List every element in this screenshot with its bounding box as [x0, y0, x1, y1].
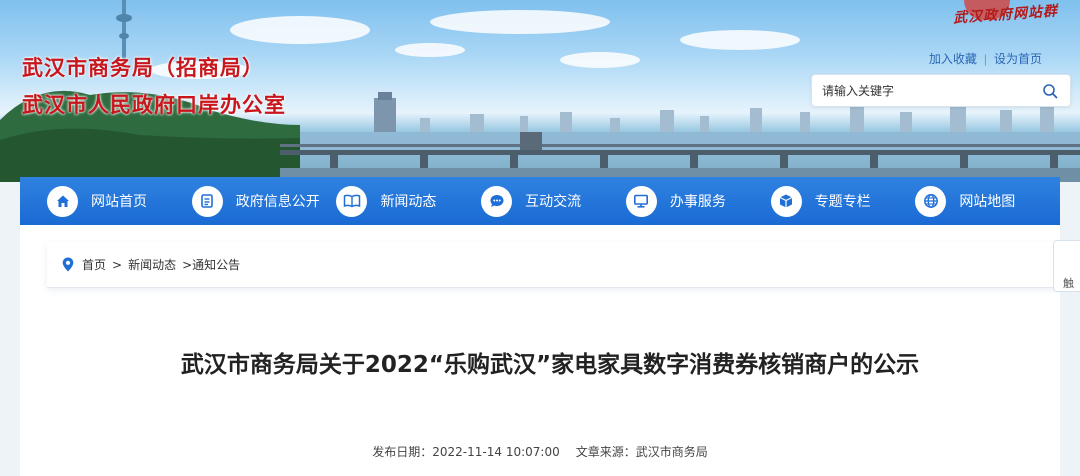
nav-label: 新闻动态 [380, 194, 437, 210]
add-favorite-link[interactable]: 加入收藏 [929, 52, 977, 66]
home-icon [47, 185, 78, 217]
search-input[interactable] [822, 82, 1032, 100]
article-meta: 发布日期：2022-11-14 10:07:00 文章来源：武汉市商务局 [20, 443, 1060, 460]
monitor-icon [625, 185, 657, 217]
breadcrumb-news[interactable]: 新闻动态 [128, 256, 176, 273]
nav-label: 专题专栏 [814, 194, 871, 210]
nav-item-gov-info[interactable]: 政府信息公开 [191, 177, 337, 225]
breadcrumb-separator: > [182, 257, 193, 272]
search-icon[interactable] [1042, 83, 1058, 99]
nav-label: 办事服务 [669, 194, 726, 210]
side-float-panel[interactable]: 触 [1053, 240, 1080, 292]
search-box [811, 74, 1071, 107]
location-pin-icon [62, 257, 74, 272]
breadcrumb-notices[interactable]: 通知公告 [192, 256, 240, 273]
main-nav: 网站首页 政府信息公开 新闻动态 互动交流 办事服务 专题专栏 网站地图 [20, 177, 1060, 225]
publish-date: 2022-11-14 10:07:00 [432, 445, 560, 459]
chat-icon [481, 185, 513, 217]
breadcrumb: 首页 > 新闻动态 > 通知公告 [47, 242, 1060, 288]
site-title-secondary: 武汉市人民政府口岸办公室 [22, 93, 286, 117]
article-source: 武汉市商务局 [635, 445, 708, 459]
link-separator: | [983, 52, 987, 66]
set-homepage-link[interactable]: 设为首页 [994, 52, 1042, 66]
breadcrumb-separator: > [112, 257, 123, 272]
box-icon [770, 185, 802, 217]
nav-label: 网站首页 [91, 194, 147, 210]
nav-item-sitemap[interactable]: 网站地图 [915, 177, 1060, 225]
header-banner: 武汉政府网站群 武汉市商务局（招商局） 武汉市人民政府口岸办公室 加入收藏 | 设为… [0, 0, 1080, 182]
side-float-label: 触 [1063, 278, 1074, 290]
breadcrumb-home[interactable]: 首页 [82, 256, 106, 273]
nav-label: 政府信息公开 [235, 194, 320, 210]
nav-item-special-topics[interactable]: 专题专栏 [770, 177, 916, 225]
document-icon [191, 185, 223, 217]
book-icon [336, 185, 368, 217]
nav-label: 互动交流 [525, 194, 582, 210]
nav-item-services[interactable]: 办事服务 [625, 177, 771, 225]
nav-item-interaction[interactable]: 互动交流 [481, 177, 626, 225]
source-label: 文章来源： [575, 445, 636, 459]
globe-icon [915, 185, 947, 217]
main-content: 首页 > 新闻动态 > 通知公告 武汉市商务局关于2022“乐购武汉”家电家具数… [20, 225, 1060, 476]
publish-date-label: 发布日期： [372, 445, 433, 459]
site-title-primary: 武汉市商务局（招商局） [22, 56, 264, 80]
nav-item-news[interactable]: 新闻动态 [336, 177, 481, 225]
nav-label: 网站地图 [959, 194, 1016, 210]
nav-item-home[interactable]: 网站首页 [47, 177, 192, 225]
article-title: 武汉市商务局关于2022“乐购武汉”家电家具数字消费券核销商户的公示 [180, 352, 920, 378]
top-links: 加入收藏 | 设为首页 [929, 50, 1042, 67]
